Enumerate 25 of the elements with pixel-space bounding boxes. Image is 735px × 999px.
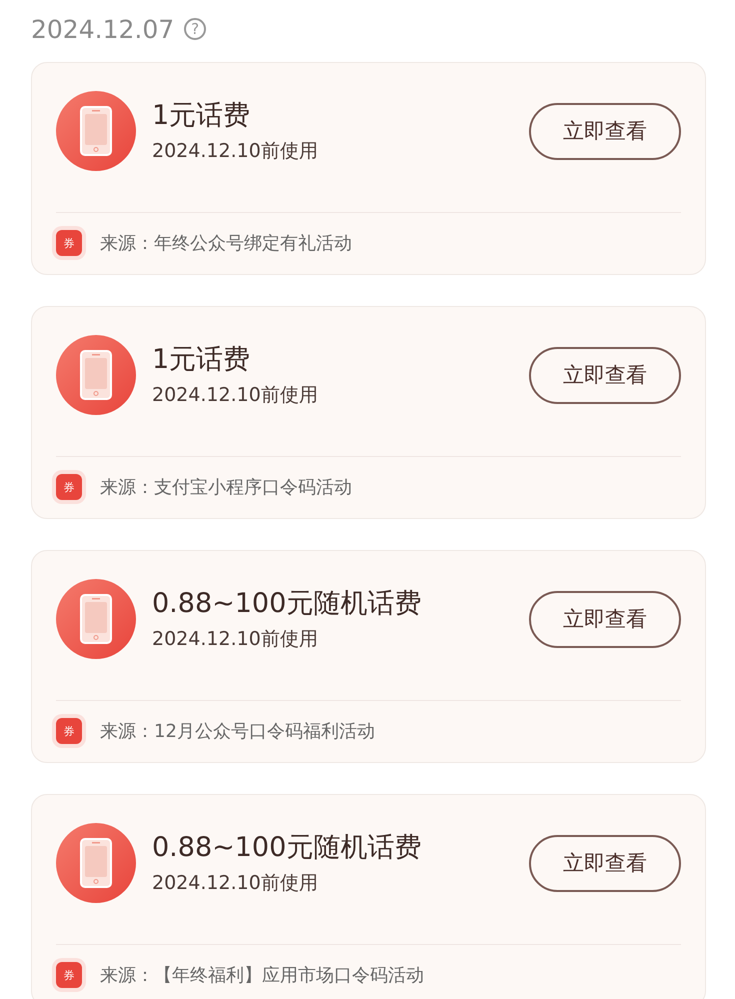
coupon-badge-icon: 券: [56, 230, 82, 256]
coupon-badge-icon: 券: [56, 474, 82, 500]
source-text: 来源：支付宝小程序口令码活动: [100, 476, 352, 500]
source-text: 来源：【年终福利】应用市场口令码活动: [100, 964, 424, 988]
view-button[interactable]: 立即查看: [529, 102, 681, 160]
coupon-badge-icon: 券: [56, 962, 82, 988]
view-button[interactable]: 立即查看: [529, 834, 681, 892]
expiry-date: 2024.12.10前使用: [152, 871, 319, 896]
phone-icon: [56, 335, 136, 416]
coupon-badge-icon: 券: [56, 718, 82, 744]
coupon-title: 1元话费: [152, 343, 252, 378]
expiry-date: 2024.12.10前使用: [152, 383, 319, 408]
expiry-date: 2024.12.10前使用: [152, 627, 319, 652]
coupon-title: 0.88~100元随机话费: [152, 587, 422, 622]
expiry-date: 2024.12.10前使用: [152, 139, 319, 164]
phone-icon: [56, 91, 136, 172]
phone-icon: [56, 579, 136, 660]
source-text: 来源：12月公众号口令码福利活动: [100, 720, 375, 744]
phone-icon: [56, 823, 136, 904]
date-heading: 2024.12.07: [31, 14, 174, 44]
coupon-title: 0.88~100元随机话费: [152, 831, 422, 866]
view-button[interactable]: 立即查看: [529, 346, 681, 404]
coupon-title: 1元话费: [152, 99, 252, 134]
view-button[interactable]: 立即查看: [529, 590, 681, 648]
source-text: 来源：年终公众号绑定有礼活动: [100, 232, 352, 256]
